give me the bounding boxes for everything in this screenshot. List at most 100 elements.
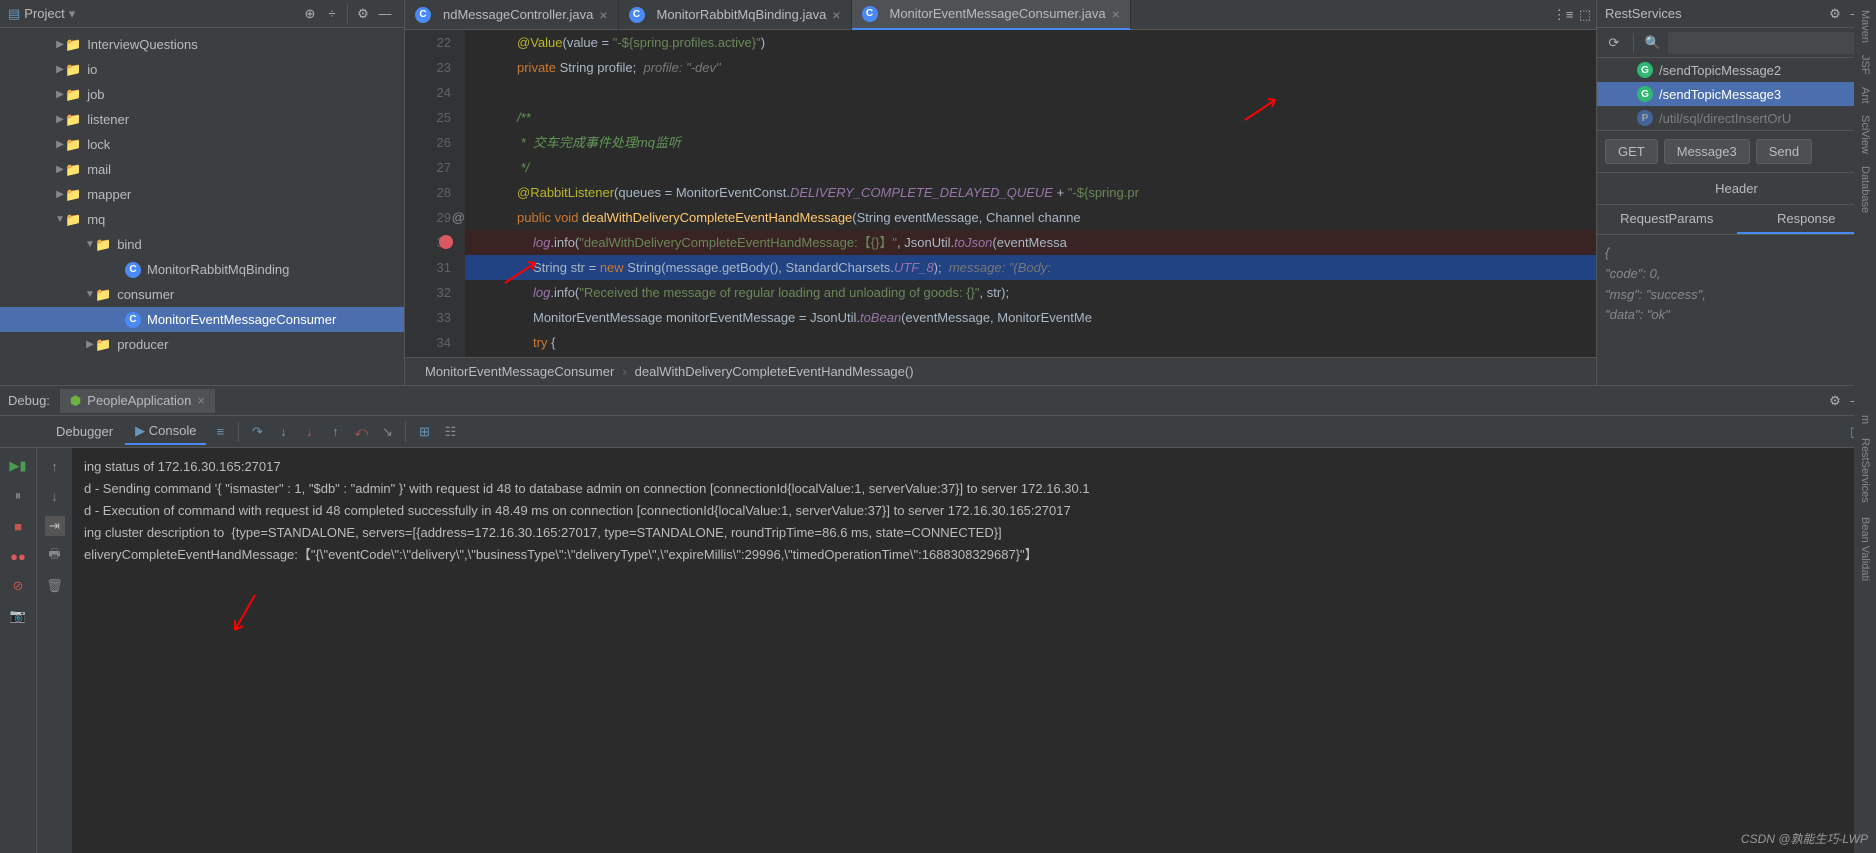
close-icon[interactable]: × bbox=[832, 7, 840, 23]
tool-window-m[interactable]: m bbox=[1859, 415, 1871, 424]
locate-icon[interactable]: ⊕ bbox=[299, 3, 321, 25]
http-method-button[interactable]: GET bbox=[1605, 139, 1658, 164]
chevron-down-icon[interactable]: ▾ bbox=[69, 6, 76, 22]
evaluate-icon[interactable]: ⊞ bbox=[412, 420, 436, 444]
tree-item-interviewquestions[interactable]: ▶📁InterviewQuestions bbox=[0, 32, 404, 57]
response-body[interactable]: { "code": 0, "msg": "success", "data": "… bbox=[1597, 235, 1876, 334]
wrap-icon[interactable]: ⇥ bbox=[45, 516, 65, 536]
tree-item-producer[interactable]: ▶📁producer bbox=[0, 332, 404, 357]
tree-item-mail[interactable]: ▶📁mail bbox=[0, 157, 404, 182]
expand-arrow-icon[interactable]: ▶ bbox=[85, 339, 95, 350]
expand-arrow-icon[interactable]: ▶ bbox=[55, 139, 65, 150]
up-icon[interactable]: ↑ bbox=[45, 456, 65, 476]
expand-arrow-icon[interactable]: ▼ bbox=[85, 289, 95, 300]
breakpoints-icon[interactable]: ●● bbox=[8, 546, 28, 566]
gear-icon[interactable]: ⚙ bbox=[1824, 390, 1846, 412]
tool-window-restservices[interactable]: RestServices bbox=[1859, 438, 1871, 503]
send-button[interactable]: Send bbox=[1756, 139, 1812, 164]
tool-window-bean-validati[interactable]: Bean Validati bbox=[1859, 517, 1871, 581]
tree-item-bind[interactable]: ▼📁bind bbox=[0, 232, 404, 257]
rest-endpoints-list[interactable]: G/sendTopicMessage2G/sendTopicMessage3P/… bbox=[1597, 58, 1876, 131]
debug-left-controls: ▶▮ ⏸ ■ ●● ⊘ 📷 bbox=[0, 448, 36, 853]
tab-request-params[interactable]: RequestParams bbox=[1597, 205, 1737, 234]
search-icon[interactable]: 🔍 bbox=[1642, 32, 1664, 54]
debug-config-tab[interactable]: ⬢ PeopleApplication × bbox=[60, 389, 215, 413]
rest-endpoint[interactable]: G/sendTopicMessage3 bbox=[1597, 82, 1876, 106]
tree-item-monitoreventmessageconsumer[interactable]: CMonitorEventMessageConsumer bbox=[0, 307, 404, 332]
class-icon: C bbox=[415, 7, 431, 23]
editor-tab[interactable]: CMonitorRabbitMqBinding.java× bbox=[619, 0, 852, 30]
step-over-icon[interactable]: ↷ bbox=[245, 420, 269, 444]
pause-icon[interactable]: ⏸ bbox=[8, 486, 28, 506]
close-icon[interactable]: × bbox=[1112, 6, 1120, 22]
code-content[interactable]: @Value(value = "-${spring.profiles.activ… bbox=[465, 30, 1596, 357]
tree-item-lock[interactable]: ▶📁lock bbox=[0, 132, 404, 157]
expand-arrow-icon[interactable]: ▶ bbox=[55, 189, 65, 200]
maximize-icon[interactable]: ⬚ bbox=[1574, 4, 1596, 26]
camera-icon[interactable]: 📷 bbox=[8, 606, 28, 626]
trace-icon[interactable]: ☷ bbox=[438, 420, 462, 444]
expand-arrow-icon[interactable]: ▶ bbox=[55, 164, 65, 175]
tree-item-listener[interactable]: ▶📁listener bbox=[0, 107, 404, 132]
resume-icon[interactable]: ▶▮ bbox=[8, 456, 28, 476]
breadcrumb-class[interactable]: MonitorEventMessageConsumer bbox=[425, 364, 614, 379]
tab-list-icon[interactable]: ⋮≡ bbox=[1552, 4, 1574, 26]
tool-window-ant[interactable]: Ant bbox=[1859, 87, 1871, 104]
mute-breakpoints-icon[interactable]: ⊘ bbox=[8, 576, 28, 596]
rest-endpoint[interactable]: G/sendTopicMessage2 bbox=[1597, 58, 1876, 82]
tool-window-jsf[interactable]: JSF bbox=[1859, 55, 1871, 75]
expand-arrow-icon[interactable]: ▼ bbox=[85, 239, 95, 250]
project-title[interactable]: Project bbox=[24, 6, 64, 21]
method-badge-icon: G bbox=[1637, 86, 1653, 102]
tree-item-mapper[interactable]: ▶📁mapper bbox=[0, 182, 404, 207]
folder-icon: 📁 bbox=[65, 87, 81, 103]
expand-arrow-icon[interactable]: ▶ bbox=[55, 39, 65, 50]
expand-arrow-icon[interactable]: ▶ bbox=[55, 114, 65, 125]
step-out-icon[interactable]: ↑ bbox=[323, 420, 347, 444]
tool-window-maven[interactable]: Maven bbox=[1859, 10, 1871, 43]
refresh-icon[interactable]: ⟳ bbox=[1603, 32, 1625, 54]
annotation-arrow-icon bbox=[500, 258, 540, 288]
force-step-into-icon[interactable]: ↓ bbox=[297, 420, 321, 444]
tree-item-mq[interactable]: ▼📁mq bbox=[0, 207, 404, 232]
expand-arrow-icon[interactable]: ▶ bbox=[55, 89, 65, 100]
project-tree[interactable]: ▶📁InterviewQuestions▶📁io▶📁job▶📁listener▶… bbox=[0, 28, 404, 385]
rest-services-panel: RestServices ⚙ — ⟳ 🔍 G/sendTopicMessage2… bbox=[1596, 0, 1876, 385]
breadcrumbs[interactable]: MonitorEventMessageConsumer › dealWithDe… bbox=[405, 357, 1596, 385]
threads-icon[interactable]: ≡ bbox=[208, 420, 232, 444]
console-tab[interactable]: ▶ Console bbox=[125, 419, 206, 445]
trash-icon[interactable]: 🗑 bbox=[45, 576, 65, 596]
breadcrumb-method[interactable]: dealWithDeliveryCompleteEventHandMessage… bbox=[635, 364, 914, 379]
tree-item-consumer[interactable]: ▼📁consumer bbox=[0, 282, 404, 307]
code-editor[interactable]: 2223242526272829@3031323334 @Value(value… bbox=[405, 30, 1596, 357]
gear-icon[interactable]: ⚙ bbox=[1824, 3, 1846, 25]
collapse-icon[interactable]: ÷ bbox=[321, 3, 343, 25]
tree-item-monitorrabbitmqbinding[interactable]: CMonitorRabbitMqBinding bbox=[0, 257, 404, 282]
expand-arrow-icon[interactable]: ▼ bbox=[55, 214, 65, 225]
debugger-tab[interactable]: Debugger bbox=[46, 420, 123, 443]
tree-item-job[interactable]: ▶📁job bbox=[0, 82, 404, 107]
step-into-icon[interactable]: ↓ bbox=[271, 420, 295, 444]
close-icon[interactable]: × bbox=[197, 393, 205, 408]
expand-arrow-icon[interactable]: ▶ bbox=[55, 64, 65, 75]
class-icon: C bbox=[629, 7, 645, 23]
run-to-cursor-icon[interactable]: ↘ bbox=[375, 420, 399, 444]
line-gutter[interactable]: 2223242526272829@3031323334 bbox=[405, 30, 465, 357]
print-icon[interactable]: 🖶 bbox=[45, 546, 65, 566]
down-icon[interactable]: ↓ bbox=[45, 486, 65, 506]
editor-tab[interactable]: CndMessageController.java× bbox=[405, 0, 619, 30]
close-icon[interactable]: × bbox=[599, 7, 607, 23]
endpoint-name-button[interactable]: Message3 bbox=[1664, 139, 1750, 164]
tree-item-io[interactable]: ▶📁io bbox=[0, 57, 404, 82]
gear-icon[interactable]: ⚙ bbox=[352, 3, 374, 25]
rest-endpoint[interactable]: P/util/sql/directInsertOrU bbox=[1597, 106, 1876, 130]
drop-frame-icon[interactable]: ⤺ bbox=[349, 420, 373, 444]
tool-window-database[interactable]: Database bbox=[1859, 166, 1871, 213]
hide-icon[interactable]: — bbox=[374, 3, 396, 25]
folder-icon: 📁 bbox=[95, 237, 111, 253]
console-output[interactable]: ing status of 172.16.30.165:27017d - Sen… bbox=[72, 448, 1876, 853]
rest-search-input[interactable] bbox=[1668, 32, 1870, 54]
editor-tab[interactable]: CMonitorEventMessageConsumer.java× bbox=[852, 0, 1131, 30]
tool-window-sciview[interactable]: SciView bbox=[1859, 115, 1871, 154]
stop-icon[interactable]: ■ bbox=[8, 516, 28, 536]
